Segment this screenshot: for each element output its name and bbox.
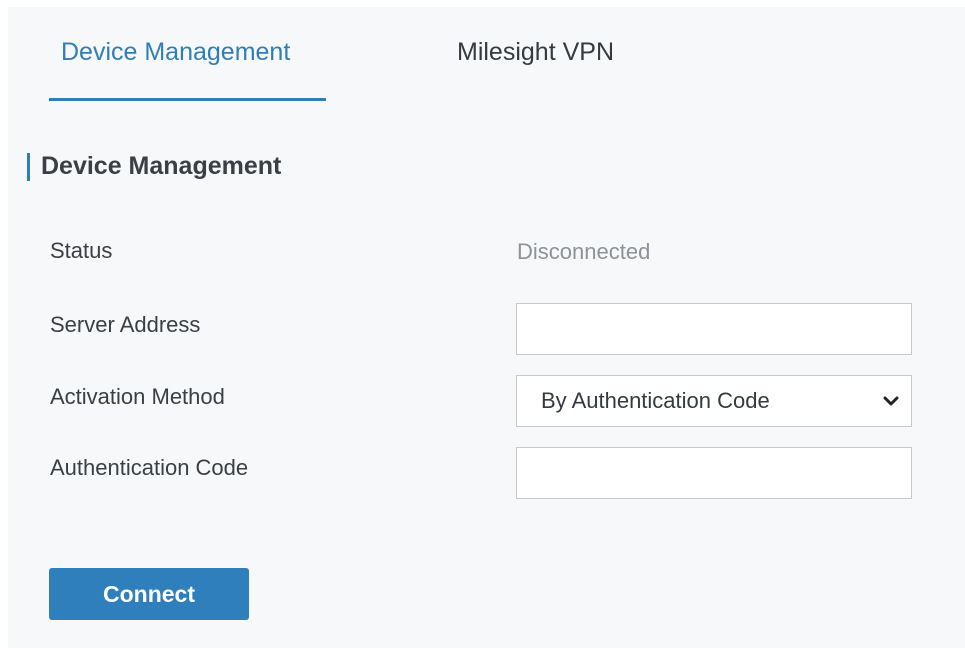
authentication-code-input[interactable]	[516, 447, 912, 499]
section-marker	[27, 153, 30, 181]
tab-device-management[interactable]: Device Management	[61, 38, 290, 67]
status-value: Disconnected	[517, 239, 651, 264]
chevron-down-icon	[883, 396, 899, 406]
activation-method-label: Activation Method	[50, 384, 225, 409]
authentication-code-label: Authentication Code	[50, 455, 249, 480]
active-tab-indicator	[49, 98, 326, 101]
connect-button[interactable]: Connect	[49, 568, 249, 620]
server-address-input[interactable]	[516, 303, 912, 355]
device-management-panel: Device Management Milesight VPN Device M…	[8, 7, 965, 648]
status-label: Status	[50, 238, 113, 263]
tab-milesight-vpn[interactable]: Milesight VPN	[457, 38, 614, 67]
server-address-label: Server Address	[50, 312, 201, 337]
activation-method-select[interactable]: By Authentication Code	[516, 375, 912, 427]
section-title: Device Management	[41, 152, 282, 180]
tab-bar: Device Management Milesight VPN	[8, 7, 965, 103]
activation-method-selected-value: By Authentication Code	[541, 388, 770, 413]
